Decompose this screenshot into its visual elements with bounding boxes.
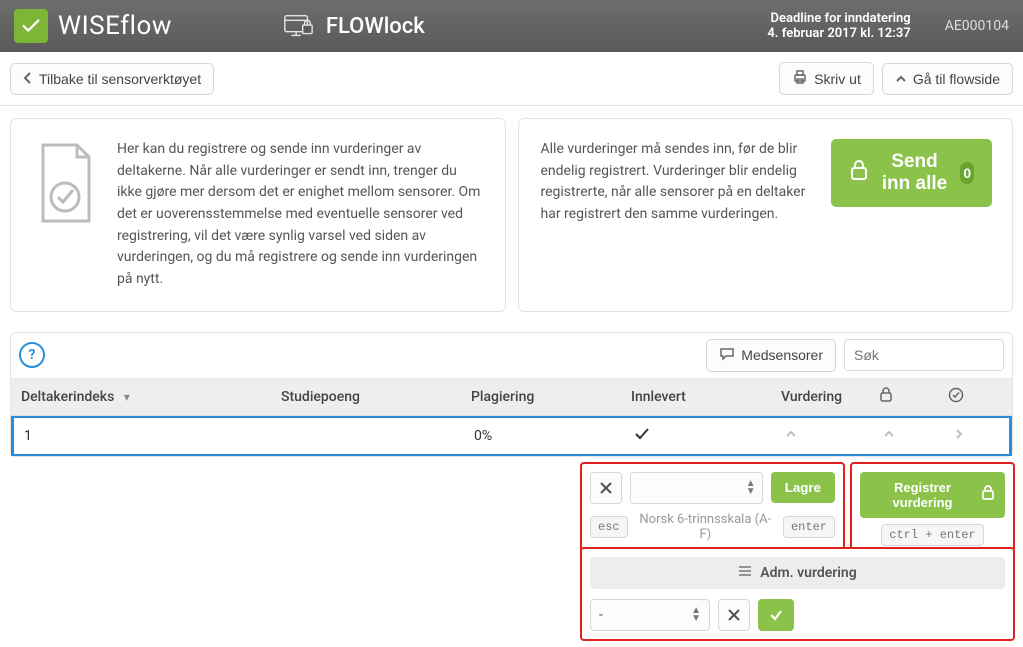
- chevron-up-icon: [895, 71, 907, 87]
- list-icon: [738, 565, 752, 581]
- cell-credits: [274, 428, 464, 444]
- table-header: Deltakerindeks ▾ Studiepoeng Plagiering …: [11, 379, 1012, 416]
- user-id: AE000104: [945, 18, 1009, 34]
- medsensorer-button[interactable]: Medsensorer: [706, 339, 836, 372]
- stepper-arrows-icon: ▲▼: [691, 607, 701, 623]
- page-toolbar: Tilbake til sensorverktøyet Skriv ut Gå …: [0, 52, 1023, 106]
- popover-area: ▲▼ Lagre esc Norsk 6-trinnsskala (A-F) e…: [10, 467, 1013, 637]
- info-left-text: Her kan du registrere og sende inn vurde…: [117, 139, 485, 291]
- cell-expand[interactable]: [924, 418, 994, 453]
- print-label: Skriv ut: [814, 71, 861, 87]
- col-plagiering[interactable]: Plagiering: [461, 381, 621, 413]
- col-deltakerindeks[interactable]: Deltakerindeks ▾: [11, 381, 271, 413]
- printer-icon: [792, 70, 808, 87]
- scale-hint: Norsk 6-trinnsskala (A-F): [636, 512, 775, 542]
- col-checkcircle-icon: [921, 379, 991, 415]
- arrow-up-icon: [882, 429, 896, 445]
- save-button[interactable]: Lagre: [771, 472, 835, 503]
- cell-index: 1: [14, 420, 274, 452]
- participants-table: ? Medsensorer Deltakerindeks ▾ Studiepoe…: [10, 332, 1013, 457]
- register-grade-button[interactable]: Registrer vurdering: [860, 472, 1005, 518]
- brand-name: WISEflow: [58, 11, 172, 41]
- info-right-text: Alle vurderinger må sendes inn, før de b…: [541, 139, 811, 226]
- cell-grade: [774, 419, 854, 453]
- cell-lock: [854, 419, 924, 453]
- col-lock-icon: [851, 379, 921, 415]
- cancel-admin-button[interactable]: [718, 599, 750, 631]
- table-row[interactable]: 1 0%: [11, 416, 1012, 456]
- admin-select-value: -: [599, 607, 691, 623]
- deadline-block: Deadline for inndatering 4. februar 2017…: [767, 11, 910, 41]
- goto-flow-button[interactable]: Gå til flowside: [882, 63, 1013, 95]
- search-input[interactable]: [844, 339, 1004, 371]
- enter-key: enter: [783, 516, 835, 538]
- deadline-value: 4. februar 2017 kl. 12:37: [767, 26, 910, 41]
- arrow-up-icon: [784, 429, 798, 445]
- admin-grade-popover: Adm. vurdering - ▲▼: [580, 547, 1015, 641]
- app-title: FLOWlock: [326, 14, 425, 39]
- admin-grade-select[interactable]: - ▲▼: [590, 599, 710, 631]
- chevron-right-icon: [954, 426, 964, 445]
- ctrl-enter-key: ctrl + enter: [881, 524, 983, 546]
- col-studiepoeng[interactable]: Studiepoeng: [271, 381, 461, 413]
- stepper-arrows-icon: ▲▼: [746, 480, 756, 496]
- table-controls: ? Medsensorer: [11, 333, 1012, 379]
- search-input-wrap: [844, 339, 1004, 371]
- col-vurdering[interactable]: Vurdering: [771, 381, 851, 413]
- info-panel-left: Her kan du registrere og sende inn vurde…: [10, 118, 506, 312]
- grade-entry-popover: ▲▼ Lagre esc Norsk 6-trinnsskala (A-F) e…: [580, 462, 845, 554]
- chat-icon: [719, 347, 735, 364]
- send-all-count: 0: [960, 162, 974, 184]
- send-all-label: Send inn alle: [879, 151, 951, 195]
- chevron-left-icon: [23, 71, 33, 87]
- back-button[interactable]: Tilbake til sensorverktøyet: [10, 63, 214, 95]
- back-label: Tilbake til sensorverktøyet: [39, 71, 201, 87]
- close-button[interactable]: [590, 472, 622, 504]
- cell-plag: 0%: [464, 420, 624, 452]
- chevron-down-icon: ▾: [124, 390, 130, 404]
- print-button[interactable]: Skriv ut: [779, 62, 874, 95]
- goto-flow-label: Gå til flowside: [913, 71, 1000, 87]
- check-icon: [634, 427, 650, 441]
- medsensorer-label: Medsensorer: [741, 347, 823, 363]
- info-panels: Her kan du registrere og sende inn vurde…: [0, 106, 1023, 322]
- admin-grade-header: Adm. vurdering: [590, 557, 1005, 589]
- col-index-label: Deltakerindeks: [21, 389, 114, 405]
- register-popover: Registrer vurdering ctrl + enter: [850, 462, 1015, 552]
- lock-icon: [981, 485, 995, 504]
- esc-key: esc: [590, 516, 628, 538]
- confirm-admin-button[interactable]: [758, 599, 794, 631]
- admin-grade-title: Adm. vurdering: [760, 565, 856, 581]
- info-panel-right: Alle vurderinger må sendes inn, før de b…: [518, 118, 1014, 312]
- logo-icon: [14, 9, 48, 43]
- deadline-label: Deadline for inndatering: [767, 11, 910, 26]
- lock-icon: [849, 159, 869, 187]
- cell-delivered: [624, 419, 774, 453]
- document-check-icon: [33, 139, 97, 229]
- help-button[interactable]: ?: [19, 342, 45, 368]
- top-bar: WISEflow FLOWlock Deadline for inndateri…: [0, 0, 1023, 52]
- register-label: Registrer vurdering: [870, 480, 975, 510]
- flowlock-icon: [282, 12, 314, 40]
- grade-stepper[interactable]: ▲▼: [630, 472, 763, 504]
- col-innlevert[interactable]: Innlevert: [621, 381, 771, 413]
- send-all-button[interactable]: Send inn alle 0: [831, 139, 993, 207]
